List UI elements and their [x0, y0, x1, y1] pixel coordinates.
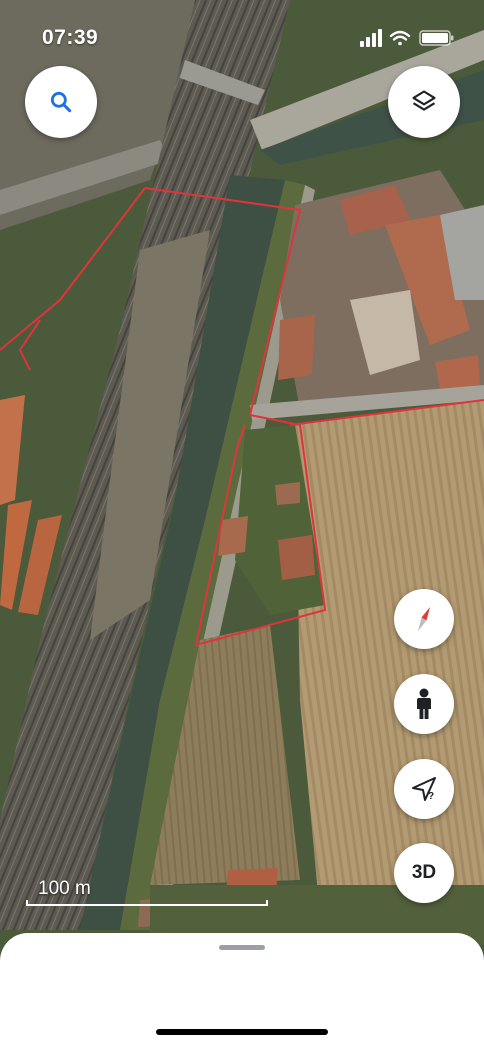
home-indicator — [156, 1029, 328, 1035]
status-icons — [360, 29, 454, 47]
3d-view-button[interactable]: 3D — [394, 843, 454, 903]
location-arrow-icon: ? — [412, 777, 436, 802]
svg-text:?: ? — [428, 791, 434, 802]
sheet-grabber[interactable] — [219, 945, 265, 950]
agricultural-field — [295, 400, 484, 920]
wifi-icon — [389, 30, 411, 46]
3d-label: 3D — [411, 862, 437, 883]
battery-icon — [419, 30, 454, 46]
building-roof — [275, 482, 300, 505]
search-button[interactable] — [25, 66, 97, 138]
street-view-button[interactable] — [394, 674, 454, 734]
compass-icon — [418, 607, 430, 631]
search-icon — [50, 91, 72, 113]
building-roof — [278, 535, 315, 580]
bottom-sheet[interactable] — [0, 933, 484, 1050]
layers-button[interactable] — [388, 66, 460, 138]
scale-line — [26, 900, 268, 906]
compass-button[interactable] — [394, 589, 454, 649]
status-bar: 07:39 — [0, 0, 484, 70]
pegman-icon — [417, 688, 431, 719]
scale-label: 100 m — [38, 878, 91, 899]
signal-icon — [360, 29, 382, 47]
my-location-button[interactable]: ? — [394, 759, 454, 819]
status-time: 07:39 — [42, 26, 99, 49]
layers-icon — [412, 90, 436, 111]
scale-bar: 100 m — [26, 878, 268, 908]
building-roof — [278, 315, 315, 380]
